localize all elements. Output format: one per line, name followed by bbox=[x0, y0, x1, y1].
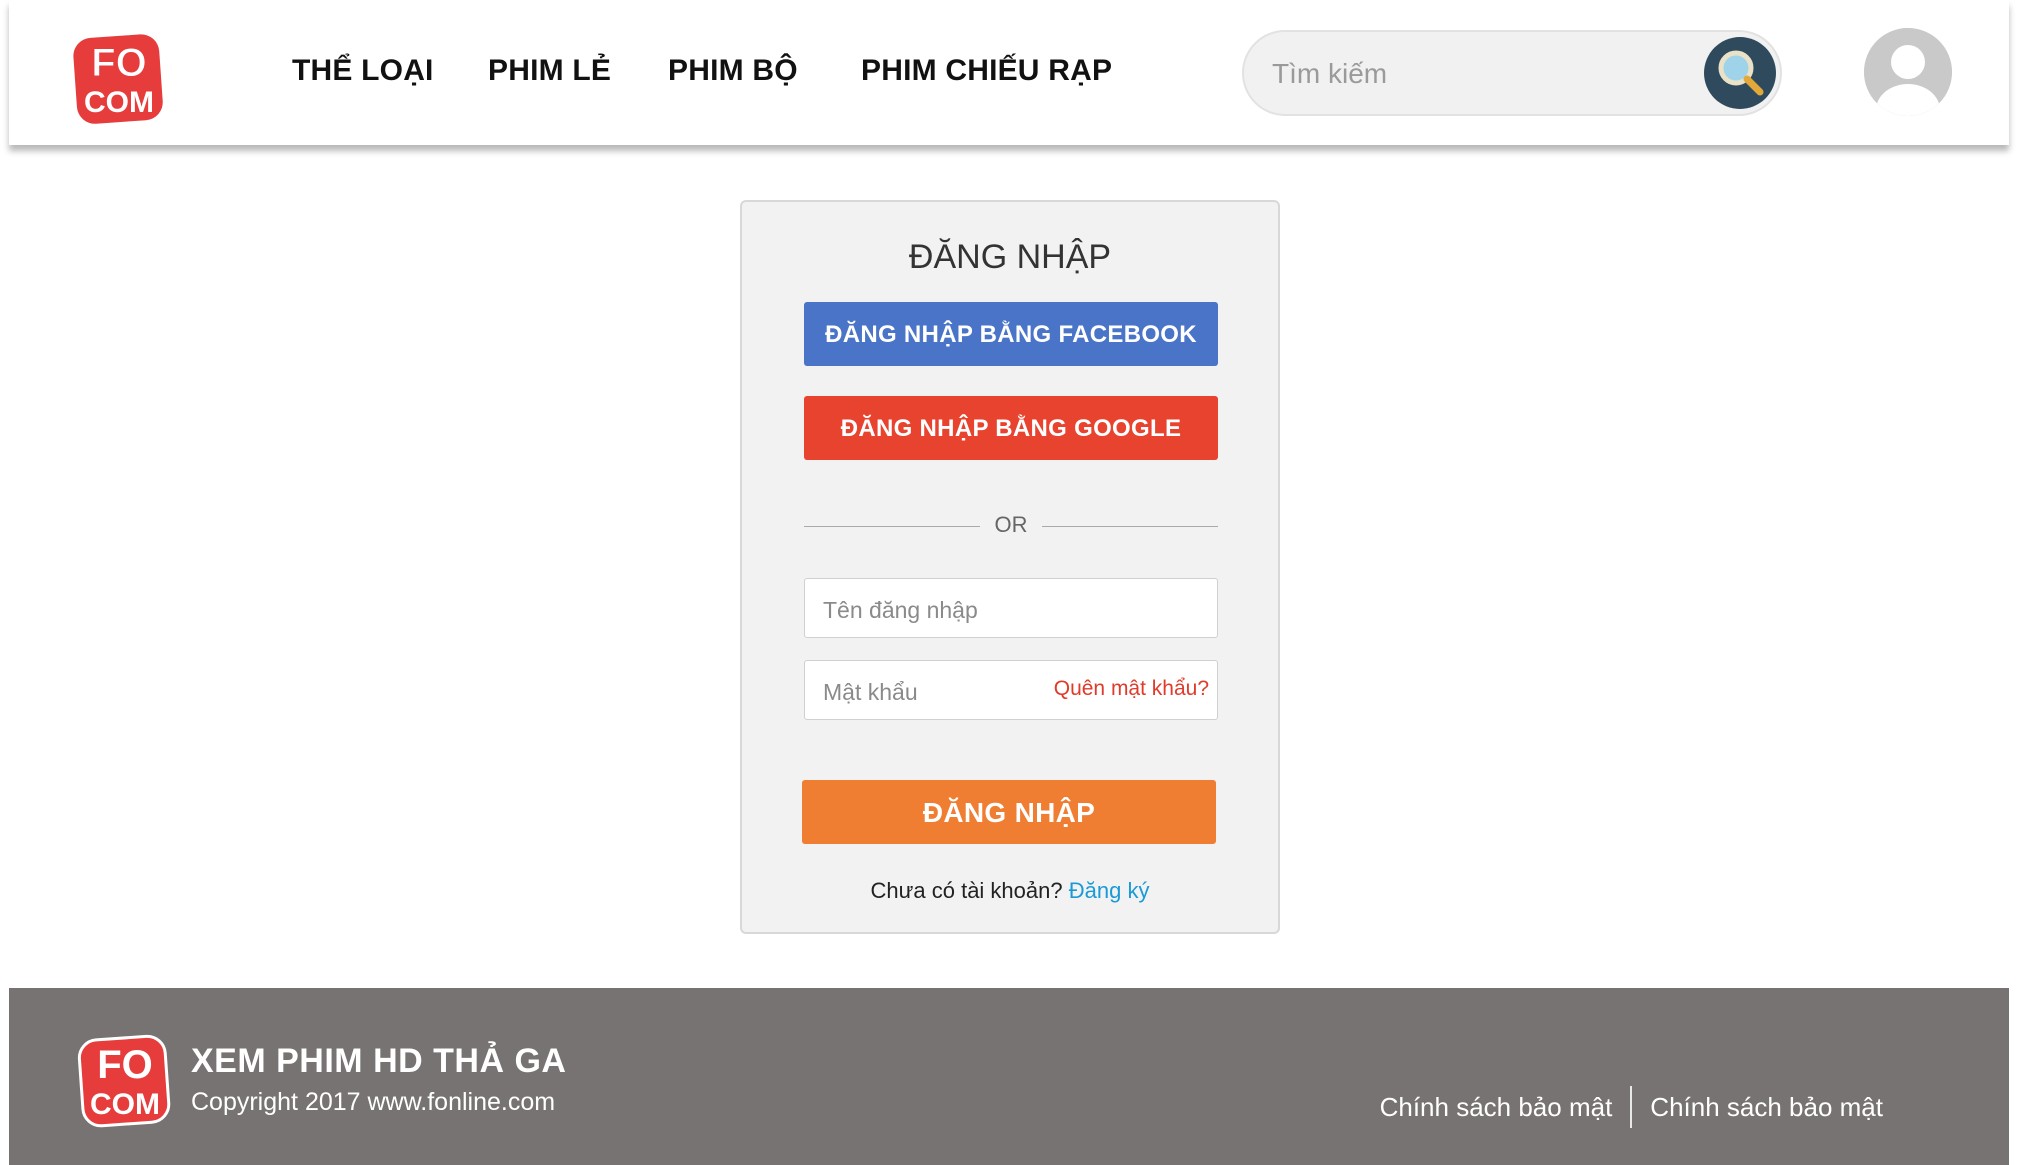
login-title: ĐĂNG NHẬP bbox=[908, 238, 1112, 276]
nav-item-phim-bo[interactable]: PHIM BỘ bbox=[668, 54, 798, 88]
logo-icon[interactable]: FO COM bbox=[71, 30, 167, 126]
search-box bbox=[1242, 30, 1782, 116]
site-footer: FO COM XEM PHIM HD THẢ GA Copyright 2017… bbox=[9, 988, 2009, 1165]
login-submit-button[interactable]: ĐĂNG NHẬP bbox=[802, 780, 1216, 844]
footer-logo-icon[interactable]: FO COM bbox=[77, 1032, 173, 1128]
footer-logo-text-top: FO bbox=[97, 1043, 153, 1087]
or-text: OR bbox=[994, 512, 1028, 537]
site-header: FO COM THỂ LOẠI PHIM LẺ PHIM BỘ PHIM CHI… bbox=[9, 0, 2009, 145]
facebook-login-button[interactable]: ĐĂNG NHẬP BẰNG FACEBOOK bbox=[804, 302, 1218, 366]
password-input[interactable] bbox=[821, 671, 1065, 713]
forgot-password-link[interactable]: Quên mật khẩu? bbox=[1054, 677, 1209, 701]
login-card: ĐĂNG NHẬP ĐĂNG NHẬP BẰNG FACEBOOK ĐĂNG N… bbox=[740, 200, 1280, 934]
footer-links: Chính sách bảo mật Chính sách bảo mật bbox=[1380, 1086, 1883, 1128]
search-button[interactable] bbox=[1704, 37, 1776, 109]
search-input[interactable] bbox=[1270, 50, 1694, 98]
footer-link-privacy-1[interactable]: Chính sách bảo mật bbox=[1380, 1092, 1613, 1123]
footer-copyright: Copyright 2017 www.fonline.com bbox=[191, 1088, 556, 1116]
footer-logo-text-bottom: COM bbox=[90, 1088, 160, 1121]
no-account-text: Chưa có tài khoản? bbox=[870, 878, 1063, 903]
divider-line-right bbox=[1042, 526, 1218, 527]
nav-item-phim-chieu-rap[interactable]: PHIM CHIẾU RẠP bbox=[861, 54, 1112, 88]
username-field-box bbox=[804, 578, 1218, 638]
footer-title: XEM PHIM HD THẢ GA bbox=[191, 1042, 567, 1080]
nav-item-phim-le[interactable]: PHIM LẺ bbox=[488, 54, 611, 88]
search-icon bbox=[1718, 50, 1764, 96]
username-input[interactable] bbox=[821, 589, 1065, 631]
password-field-box: Quên mật khẩu? bbox=[804, 660, 1218, 720]
google-login-button[interactable]: ĐĂNG NHẬP BẰNG GOOGLE bbox=[804, 396, 1218, 460]
or-divider: OR bbox=[804, 512, 1218, 542]
register-prompt: Chưa có tài khoản? Đăng ký bbox=[742, 878, 1278, 904]
logo-text-top: FO bbox=[91, 41, 147, 85]
register-link[interactable]: Đăng ký bbox=[1069, 878, 1150, 903]
user-avatar-icon[interactable] bbox=[1864, 28, 1952, 116]
nav-item-the-loai[interactable]: THỂ LOẠI bbox=[292, 54, 434, 88]
footer-link-separator bbox=[1630, 1086, 1633, 1128]
logo-text-bottom: COM bbox=[84, 86, 154, 119]
footer-link-privacy-2[interactable]: Chính sách bảo mật bbox=[1650, 1092, 1883, 1123]
